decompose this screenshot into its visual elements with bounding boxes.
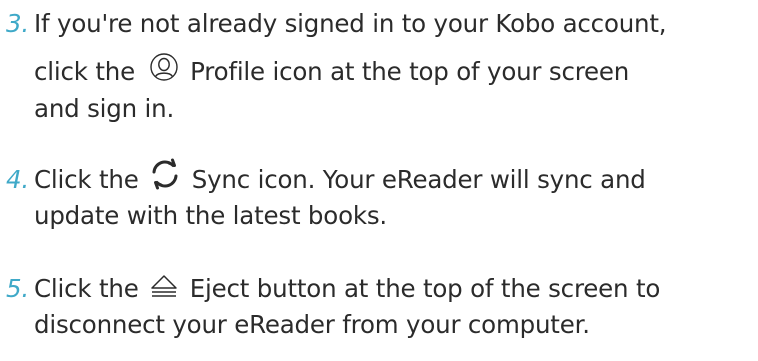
step-text-line: update with the latest books. (34, 201, 388, 230)
step-number: 4. (6, 165, 29, 194)
profile-icon (149, 52, 179, 82)
step-text-line: If you're not already signed in to your … (34, 9, 667, 38)
sync-icon (148, 157, 182, 191)
step-text-line: Click the Sync icon. Your eReader will s… (34, 158, 646, 198)
step-text-line: Click the Eject button at the top of the… (34, 274, 661, 303)
step-number: 5. (6, 274, 29, 303)
eject-icon (150, 274, 178, 298)
step-number: 3. (6, 9, 29, 38)
step-text-line: click the Profile icon at the top of you… (34, 53, 629, 88)
step-text-line: disconnect your eReader from your comput… (34, 310, 590, 339)
step-text-line: and sign in. (34, 94, 175, 123)
